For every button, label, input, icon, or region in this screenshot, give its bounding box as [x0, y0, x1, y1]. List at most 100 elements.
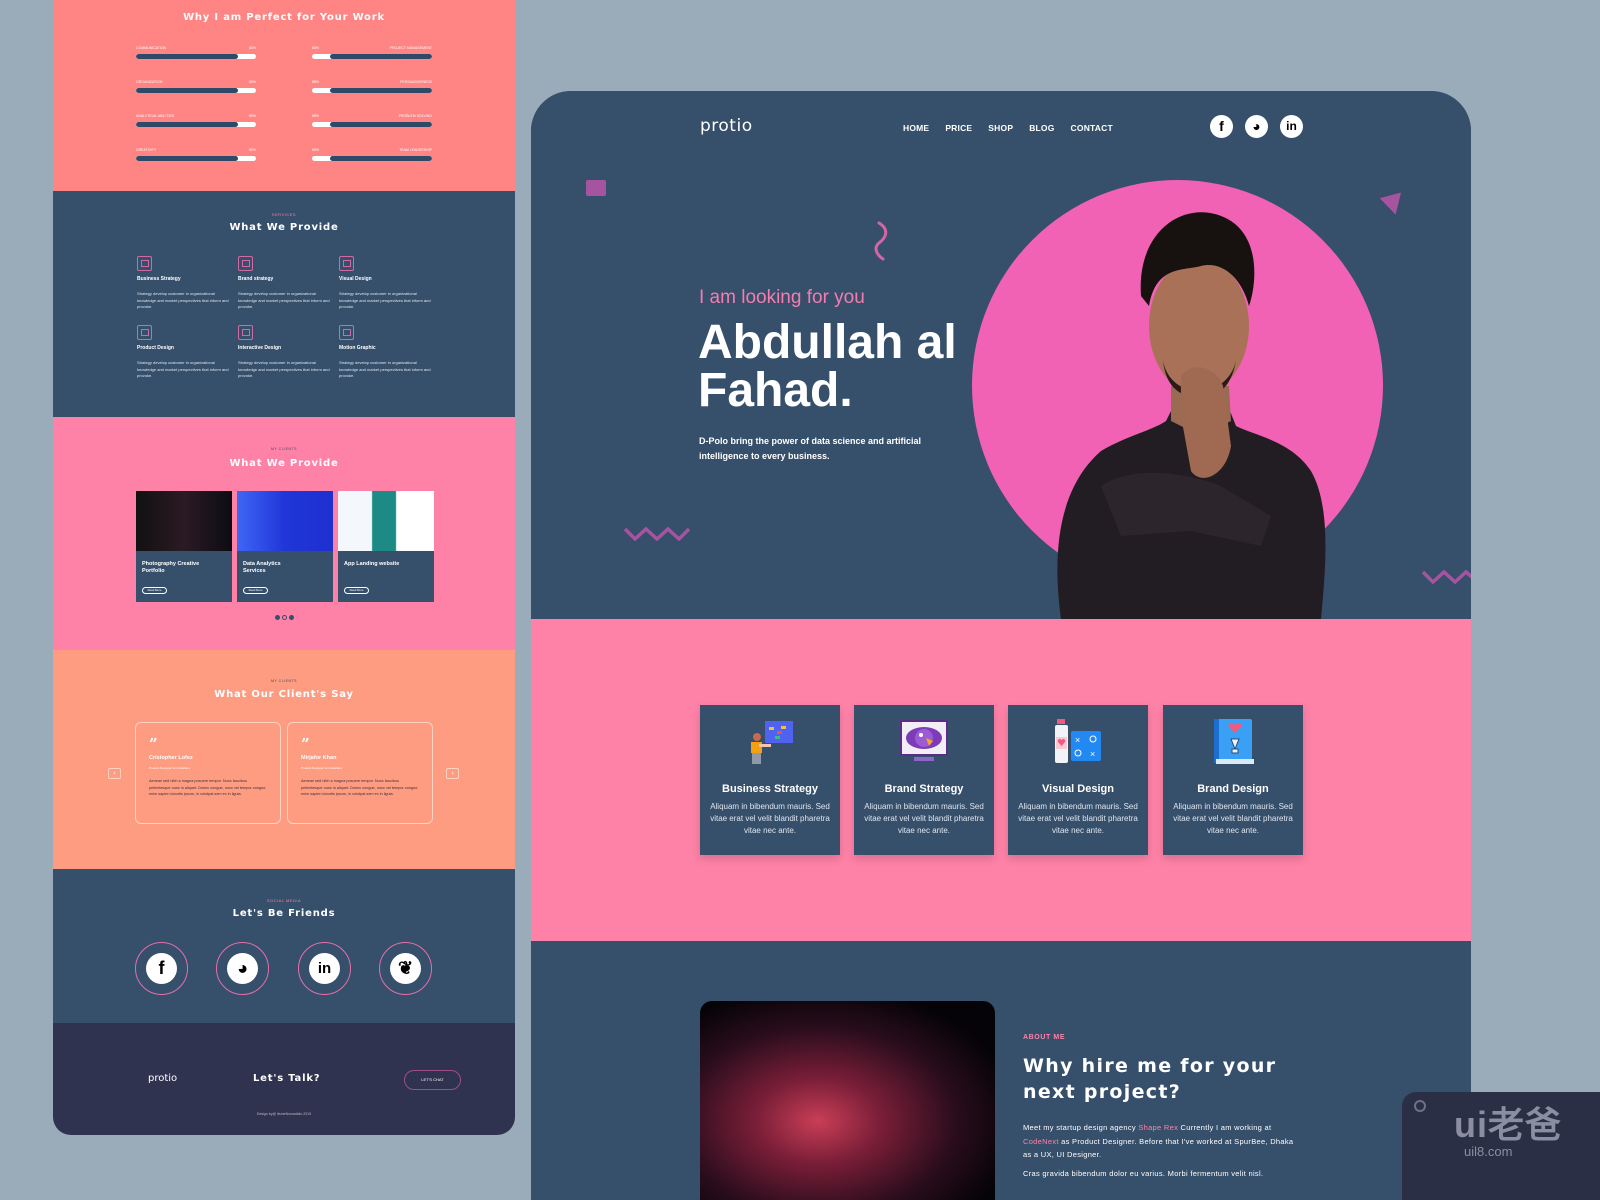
main-nav: HOME PRICE SHOP BLOG CONTACT [903, 123, 1129, 133]
services-title: What We Provide [229, 222, 339, 233]
testimonial-name: Mirjafor Khan [301, 755, 337, 761]
work-card[interactable]: Data Analytics Services Read More [237, 491, 333, 602]
feature-card[interactable]: × × Visual Design Aliquam in bibendum mau… [1008, 705, 1148, 855]
skill-fill [136, 122, 238, 127]
skill-track [136, 122, 256, 127]
business-strategy-icon [137, 256, 152, 271]
skill-label: Analytical Abilities [136, 114, 175, 118]
carousel-dot[interactable] [288, 615, 294, 620]
site-logo[interactable]: protio [700, 116, 753, 136]
carousel-dots [53, 615, 515, 620]
facebook-icon[interactable]: f [1210, 115, 1233, 138]
nav-contact[interactable]: CONTACT [1071, 123, 1113, 133]
codenext-link[interactable]: CodeNext [1023, 1137, 1059, 1146]
lets-chat-button[interactable]: LET'S CHAT [404, 1070, 461, 1090]
feature-card[interactable]: Brand Strategy Aliquam in bibendum mauri… [854, 705, 994, 855]
read-more-button[interactable]: Read More [142, 587, 167, 594]
skill-bar: Project Management 85% [312, 46, 432, 66]
feature-card[interactable]: Business Strategy Aliquam in bibendum ma… [700, 705, 840, 855]
skill-fill [330, 54, 432, 59]
skill-track [136, 88, 256, 93]
service-title: Visual Design [339, 276, 372, 282]
quote-icon: ” [301, 735, 310, 753]
twitter-icon: ❦ [390, 953, 421, 984]
skill-bar: Persuasiveness 85% [312, 80, 432, 100]
linkedin-link[interactable]: in [298, 942, 351, 995]
decor-zigzag [1421, 569, 1471, 584]
skill-percent: 85% [248, 148, 256, 152]
svg-text:×: × [1075, 735, 1080, 745]
read-more-button[interactable]: Read More [344, 587, 369, 594]
next-arrow-button[interactable]: › [446, 768, 459, 779]
quote-icon: ” [149, 735, 158, 753]
feature-card[interactable]: Brand Design Aliquam in bibendum mauris.… [1163, 705, 1303, 855]
service-title: Product Design [137, 345, 174, 351]
feature-title: Business Strategy [722, 783, 818, 795]
work-card[interactable]: App Landing website Read More [338, 491, 434, 602]
skill-track [312, 88, 432, 93]
linkedin-icon[interactable]: in [1280, 115, 1303, 138]
decor-triangle [1379, 192, 1407, 218]
skill-fill [136, 54, 238, 59]
skill-label: Project Management [389, 46, 432, 50]
service-text: Strategy develop customer in organizatio… [238, 291, 330, 309]
skill-fill [136, 88, 238, 93]
feature-title: Brand Strategy [884, 783, 964, 795]
testimonial-text: Aenean sed nibh a magna posuere tempor. … [301, 779, 419, 796]
work-card-title: App Landing website [344, 561, 400, 567]
carousel-dot-active[interactable] [281, 615, 287, 620]
footer-logo[interactable]: protio [148, 1073, 177, 1084]
skill-track [312, 122, 432, 127]
carousel-dot[interactable] [274, 615, 280, 620]
service-text: Strategy develop customer in organizatio… [238, 360, 330, 378]
prev-arrow-button[interactable]: ‹ [108, 768, 121, 779]
hero-eyebrow: I am looking for you [699, 287, 865, 308]
facebook-icon: f [146, 953, 177, 984]
skill-track [136, 54, 256, 59]
skill-fill [330, 88, 432, 93]
work-section: My Clients What We Provide Photography C… [53, 417, 515, 650]
work-card[interactable]: Photography Creative Portfolio Read More [136, 491, 232, 602]
facebook-link[interactable]: f [135, 942, 188, 995]
watermark-url: uil8.com [1464, 1144, 1513, 1159]
feature-title: Visual Design [1042, 783, 1114, 795]
shape-rex-link[interactable]: Shape Rex [1138, 1123, 1178, 1132]
skill-label: Communication [136, 46, 167, 50]
nav-shop[interactable]: SHOP [988, 123, 1013, 133]
work-eyebrow: My Clients [271, 447, 297, 451]
about-text-part: Currently I am working at [1178, 1123, 1272, 1132]
nav-price[interactable]: PRICE [945, 123, 972, 133]
service-title: Motion Graphic [339, 345, 376, 351]
dribbble-link[interactable]: ◕ [216, 942, 269, 995]
testimonials-section: My Clients What Our Client's Say ‹ ” Cri… [53, 650, 515, 869]
feature-text: Aliquam in bibendum mauris. Sed vitae er… [710, 802, 830, 835]
decor-square [586, 180, 606, 196]
hero-section: protio HOME PRICE SHOP BLOG CONTACT f ◕ … [531, 91, 1471, 619]
twitter-link[interactable]: ❦ [379, 942, 432, 995]
feature-text: Aliquam in bibendum mauris. Sed vitae er… [1018, 802, 1138, 835]
business-strategy-icon [751, 721, 793, 764]
skill-bar: Analytical Abilities 85% [136, 114, 256, 134]
about-text-part: Cras gravida bibendum dolor eu varius. M… [1023, 1168, 1264, 1178]
watermark-ring-icon [1414, 1100, 1426, 1112]
watermark-brand: ui老爸 [1454, 1104, 1562, 1145]
motion-graphic-icon [339, 325, 354, 340]
skill-percent: 85% [248, 114, 256, 118]
visual-design-icon [339, 256, 354, 271]
service-title: Interactive Design [238, 345, 282, 351]
service-item: Visual Design Strategy develop customer i… [339, 256, 437, 311]
about-image [700, 1001, 995, 1200]
nav-blog[interactable]: BLOG [1029, 123, 1054, 133]
read-more-button[interactable]: Read More [243, 587, 268, 594]
footer-heading: Let's Talk? [253, 1073, 321, 1084]
testimonial-role: Product Designer at CodeNext [301, 766, 342, 770]
hero-tagline: D-Polo bring the power of data science a… [699, 436, 922, 461]
skills-title: Why I am Perfect for Your Work [183, 12, 385, 23]
nav-home[interactable]: HOME [903, 123, 929, 133]
dribbble-icon: ◕ [227, 953, 258, 984]
skill-percent: 85% [312, 114, 320, 118]
service-text: Strategy develop customer in organizatio… [137, 360, 229, 378]
dribbble-icon[interactable]: ◕ [1245, 115, 1268, 138]
footer: protio Let's Talk? LET'S CHAT Design by@… [53, 1023, 515, 1135]
service-title: Brand strategy [238, 276, 274, 282]
